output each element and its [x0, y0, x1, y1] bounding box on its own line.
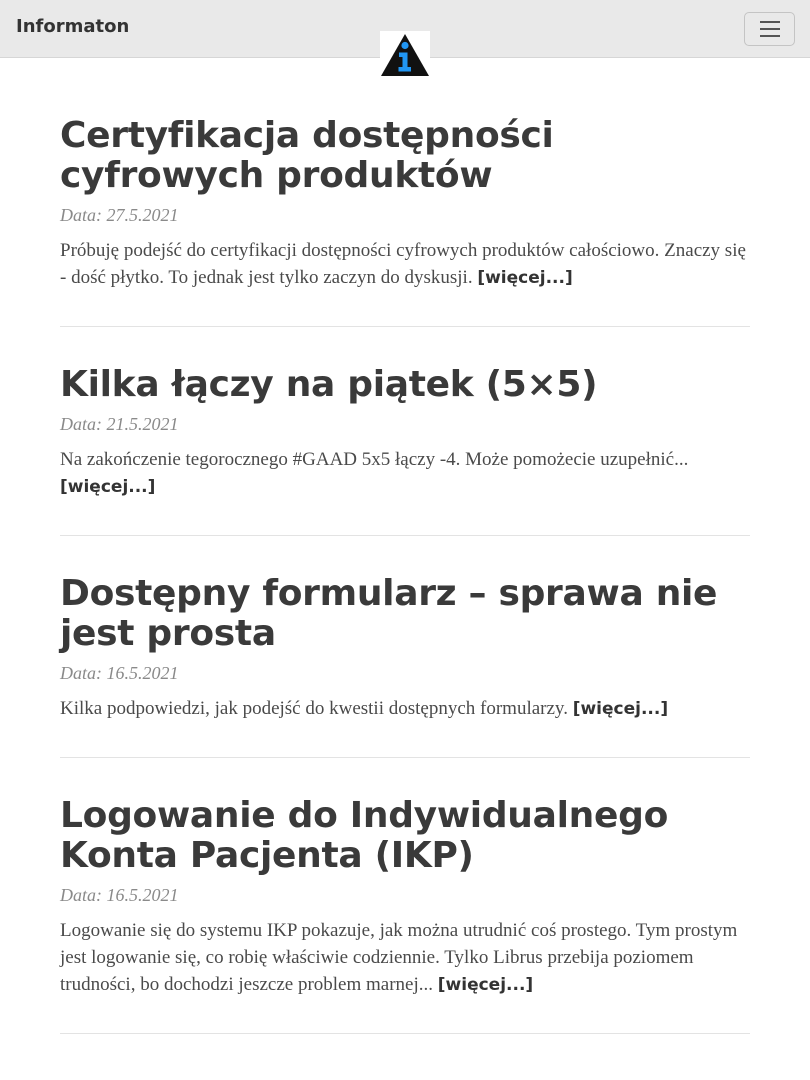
- hamburger-menu-icon-line: [759, 35, 780, 37]
- post-excerpt-text: Logowanie się do systemu IKP pokazuje, j…: [60, 920, 738, 995]
- read-more-link[interactable]: [więcej...]: [60, 477, 155, 497]
- post-item: Logowanie do Indywidualnego Konta Pacjen…: [60, 796, 750, 1034]
- post-excerpt: Na zakończenie tegorocznego #GAAD 5x5 łą…: [60, 446, 750, 501]
- post-excerpt: Logowanie się do systemu IKP pokazuje, j…: [60, 917, 750, 999]
- brand-link[interactable]: Informaton: [16, 16, 129, 37]
- post-item: Dostępny formularz – sprawa nie jest pro…: [60, 574, 750, 758]
- menu-toggle-button[interactable]: [744, 12, 795, 46]
- hamburger-menu-icon: [759, 21, 780, 23]
- post-date: Data: 16.5.2021: [60, 663, 179, 683]
- post-date: Data: 27.5.2021: [60, 205, 179, 225]
- read-more-link[interactable]: [więcej...]: [438, 975, 533, 995]
- post-excerpt-text: Na zakończenie tegorocznego #GAAD 5x5 łą…: [60, 449, 689, 470]
- post-excerpt-text: Próbuję podejść do certyfikacji dostępno…: [60, 240, 746, 288]
- post-excerpt: Próbuję podejść do certyfikacji dostępno…: [60, 237, 750, 292]
- post-list: Certyfikacja dostępności cyfrowych produ…: [60, 116, 750, 1072]
- read-more-link[interactable]: [więcej...]: [573, 699, 668, 719]
- post-item: Kilka łączy na piątek (5×5) Data: 21.5.2…: [60, 365, 750, 536]
- post-title-link[interactable]: Kilka łączy na piątek (5×5): [60, 365, 750, 405]
- post-excerpt-text: Kilka podpowiedzi, jak podejść do kwesti…: [60, 698, 568, 719]
- post-date: Data: 21.5.2021: [60, 414, 179, 434]
- hamburger-menu-icon-line: [759, 28, 780, 30]
- post-date: Data: 16.5.2021: [60, 885, 179, 905]
- post-excerpt: Kilka podpowiedzi, jak podejść do kwesti…: [60, 695, 750, 723]
- post-title-link[interactable]: Certyfikacja dostępności cyfrowych produ…: [60, 116, 750, 196]
- post-title-link[interactable]: Logowanie do Indywidualnego Konta Pacjen…: [60, 796, 750, 876]
- read-more-link[interactable]: [więcej...]: [477, 268, 572, 288]
- site-logo-link[interactable]: [380, 31, 430, 77]
- post-item: Certyfikacja dostępności cyfrowych produ…: [60, 116, 750, 327]
- post-title-link[interactable]: Dostępny formularz – sprawa nie jest pro…: [60, 574, 750, 654]
- info-triangle-icon: [381, 34, 429, 76]
